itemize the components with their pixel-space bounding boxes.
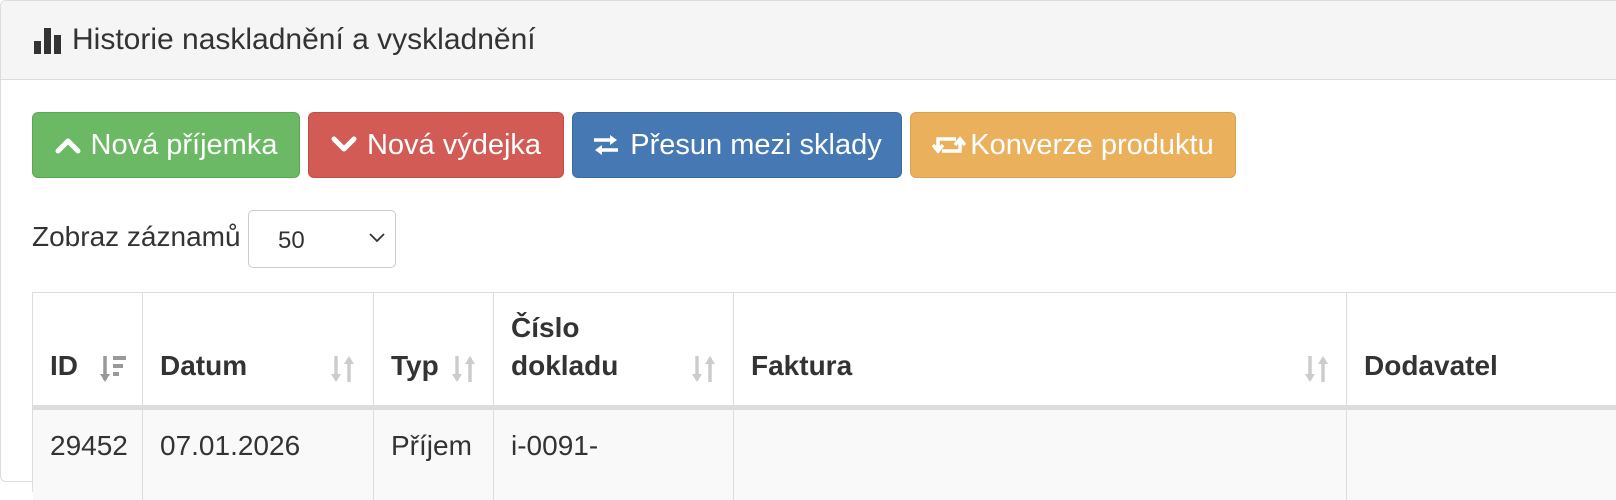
table-cell-type: Příjem	[374, 410, 494, 500]
warehouse-transfer-button[interactable]: Přesun mezi sklady	[572, 112, 902, 178]
column-header-doc-number[interactable]: Číslo dokladu	[494, 293, 734, 408]
product-conversion-button[interactable]: Konverze produktu	[910, 112, 1236, 178]
new-issue-button[interactable]: Nová výdejka	[308, 112, 564, 178]
new-receipt-label: Nová příjemka	[90, 128, 278, 161]
table-cell-id: 29452	[33, 410, 143, 500]
table-cell-date: 07.01.2026	[143, 410, 374, 500]
page-length-label: Zobraz záznamů	[32, 221, 241, 252]
retweet-icon	[932, 136, 967, 154]
sort-both-icon	[452, 356, 475, 382]
column-header-invoice[interactable]: Faktura	[734, 293, 1347, 408]
table-cell-invoice	[734, 410, 1347, 500]
page-length-value: 50	[278, 227, 305, 254]
transfer-icon	[594, 135, 619, 155]
bar-chart-icon	[34, 28, 61, 54]
new-receipt-button[interactable]: Nová příjemka	[32, 112, 300, 178]
sort-both-icon	[692, 356, 715, 382]
panel-heading: Historie naskladnění a vyskladnění	[1, 1, 1616, 80]
warehouse-transfer-label: Přesun mezi sklady	[630, 128, 882, 161]
page-length-select[interactable]: 50	[248, 210, 396, 268]
column-header-id[interactable]: ID	[33, 293, 143, 408]
history-panel: Historie naskladnění a vyskladnění Nová …	[0, 0, 1616, 500]
column-header-supplier[interactable]: Dodavatel	[1347, 293, 1616, 408]
column-header-date[interactable]: Datum	[143, 293, 374, 408]
sort-both-icon	[331, 356, 354, 382]
product-conversion-label: Konverze produktu	[970, 128, 1214, 161]
panel-title-text: Historie naskladnění a vyskladnění	[72, 23, 536, 56]
chevron-down-icon	[331, 136, 357, 152]
sort-desc-icon	[100, 356, 126, 382]
panel-title: Historie naskladnění a vyskladnění	[34, 23, 536, 57]
chevron-up-icon	[55, 138, 81, 154]
chevron-down-icon	[369, 233, 385, 243]
table-cell-doc-number[interactable]: i-0091-	[494, 410, 734, 500]
history-table: ID Datum Typ Číslo dokladu Faktura Dodav…	[32, 292, 1616, 500]
column-header-type[interactable]: Typ	[374, 293, 494, 408]
sort-both-icon	[1305, 356, 1328, 382]
table-cell-supplier	[1347, 410, 1616, 500]
new-issue-label: Nová výdejka	[366, 128, 542, 161]
